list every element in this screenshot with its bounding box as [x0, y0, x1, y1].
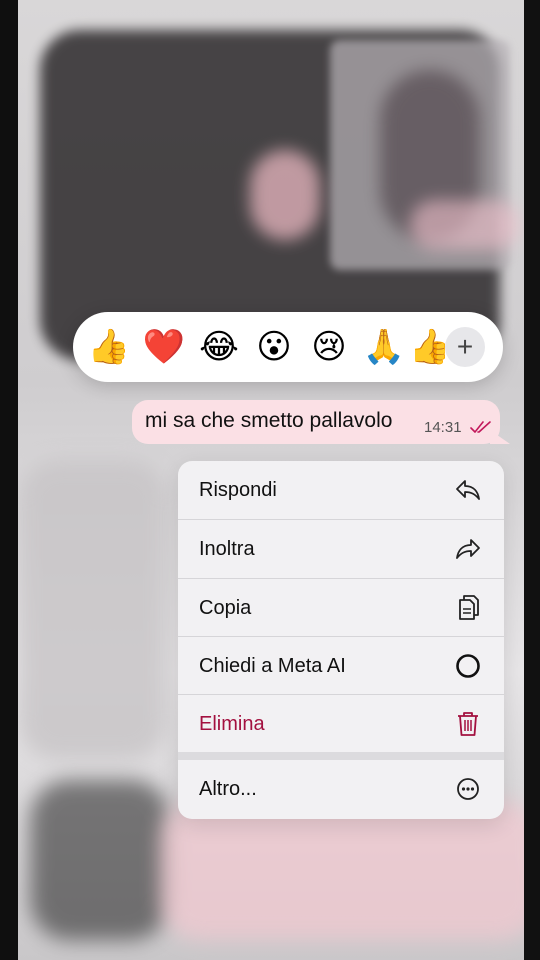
- reaction-bar: 👍 ❤️ 😂 😮 😢 🙏 👍 +: [73, 312, 503, 382]
- reaction-thumbs-up[interactable]: 👍: [85, 323, 133, 371]
- meta-ai-icon: [454, 652, 482, 680]
- message-bubble[interactable]: mi sa che smetto pallavolo 14:31: [132, 400, 500, 444]
- menu-item-label: Altro...: [199, 777, 257, 800]
- reaction-surprised[interactable]: 😮: [250, 323, 298, 371]
- forward-icon: [454, 535, 482, 563]
- menu-item-delete[interactable]: Elimina: [178, 695, 504, 753]
- menu-item-label: Rispondi: [199, 478, 277, 501]
- message-time: 14:31: [424, 419, 462, 436]
- reaction-laughing[interactable]: 😂: [195, 323, 243, 371]
- menu-item-reply[interactable]: Rispondi: [178, 461, 504, 519]
- menu-item-label: Chiedi a Meta AI: [199, 654, 346, 677]
- message-context-menu: Rispondi Inoltra Copia Chiedi a Meta AI …: [178, 461, 504, 819]
- reply-icon: [454, 476, 482, 504]
- menu-item-label: Copia: [199, 596, 252, 619]
- reaction-crying[interactable]: 😢: [305, 323, 353, 371]
- copy-icon: [454, 594, 482, 622]
- menu-section-divider: [178, 752, 504, 760]
- reaction-heart[interactable]: ❤️: [140, 323, 188, 371]
- reaction-praying[interactable]: 🙏: [360, 323, 408, 371]
- reaction-partial-thumbs[interactable]: 👍: [415, 323, 445, 371]
- menu-item-copy[interactable]: Copia: [178, 579, 504, 637]
- menu-item-ask-meta-ai[interactable]: Chiedi a Meta AI: [178, 637, 504, 695]
- more-reactions-button[interactable]: +: [445, 327, 485, 367]
- menu-item-label: Elimina: [199, 712, 265, 735]
- more-icon: [454, 775, 482, 803]
- message-text: mi sa che smetto pallavolo: [145, 409, 393, 432]
- trash-icon: [454, 710, 482, 738]
- menu-item-forward[interactable]: Inoltra: [178, 520, 504, 578]
- read-ticks-icon: [470, 421, 491, 433]
- menu-item-label: Inoltra: [199, 537, 255, 560]
- menu-item-more[interactable]: Altro...: [178, 760, 504, 818]
